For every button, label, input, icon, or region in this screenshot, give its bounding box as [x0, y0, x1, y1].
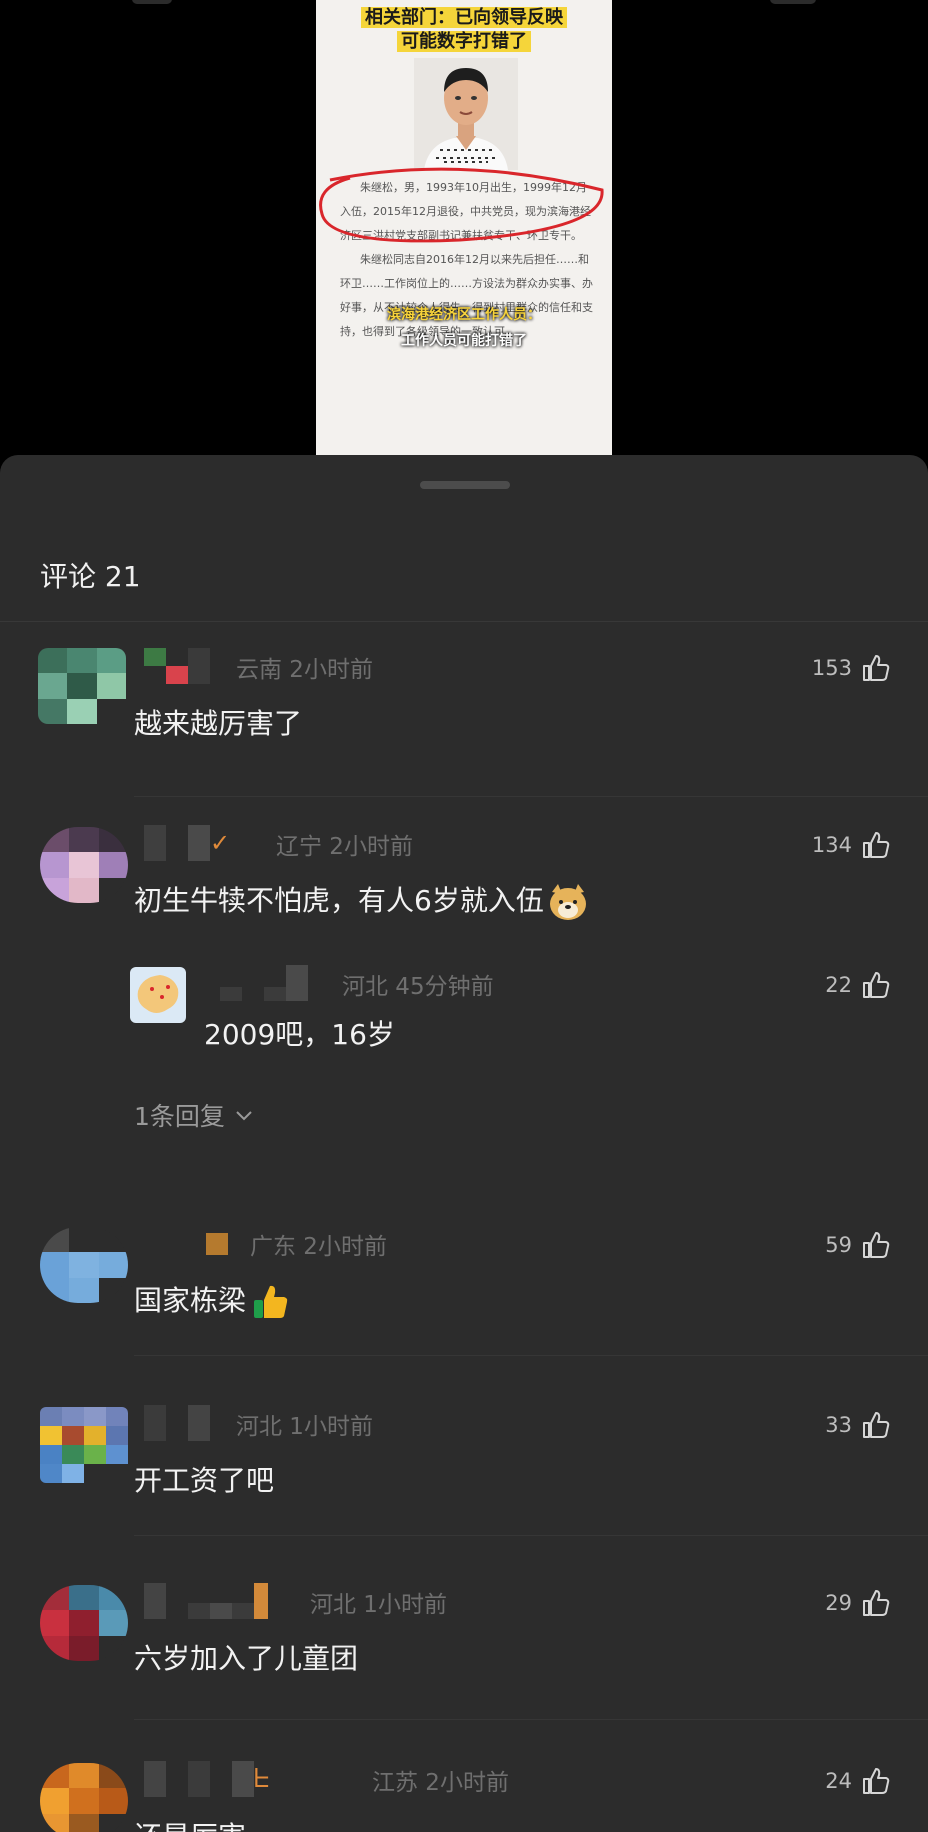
thumb-up-icon — [863, 1412, 890, 1438]
avatar[interactable] — [130, 967, 186, 1023]
comment-text: 开工资了吧 — [134, 1464, 275, 1497]
divider — [134, 1719, 928, 1720]
username-redacted[interactable]: ✓ — [144, 825, 242, 861]
thumbs-up-emoji-icon — [254, 1285, 288, 1318]
like-count: 134 — [811, 833, 852, 857]
thumb-up-icon — [863, 655, 890, 681]
username-redacted[interactable]: ᖶ — [144, 1761, 294, 1797]
comment-item[interactable]: ᖶ 江苏 2小时前 还是厉害 24 — [0, 1755, 928, 1832]
divider — [0, 621, 928, 622]
comment-item[interactable]: 广东 2小时前 国家栋梁 59 — [0, 1225, 928, 1375]
sheet-drag-handle[interactable] — [420, 481, 510, 489]
expand-replies-label: 1条回复 — [134, 1102, 225, 1131]
comment-item[interactable]: 河北 1小时前 六岁加入了儿童团 29 — [0, 1583, 928, 1733]
like-button[interactable]: 153 — [812, 652, 892, 684]
comment-location-time: 江苏 2小时前 — [372, 1770, 509, 1796]
avatar[interactable] — [40, 1763, 128, 1832]
comments-title: 评论 21 — [40, 560, 141, 593]
expand-replies-button[interactable]: 1条回复 — [134, 1097, 255, 1133]
like-count: 29 — [825, 1591, 852, 1615]
like-button[interactable]: 33 — [825, 1409, 892, 1441]
like-count: 24 — [825, 1769, 852, 1793]
like-button[interactable]: 22 — [825, 969, 892, 1001]
video-caption-line1: 滨海港经济区工作人员： — [387, 307, 541, 323]
thumb-up-icon — [863, 1232, 890, 1258]
comment-item[interactable]: ✓ 辽宁 2小时前 初生牛犊不怕虎，有人6岁就入伍 134 河北 45分钟前 2… — [0, 825, 928, 1165]
article-headline: 相关部门：已向领导反映 可能数字打错了 — [316, 6, 612, 54]
comment-location-time: 河北 1小时前 — [310, 1592, 447, 1618]
video-caption-line2: 工作人员可能打错了 — [401, 333, 527, 349]
like-button[interactable]: 134 — [812, 829, 892, 861]
thumb-up-icon — [863, 1590, 890, 1616]
thumb-up-icon — [863, 972, 890, 998]
avatar[interactable] — [40, 1407, 128, 1483]
doge-emoji-icon — [549, 884, 586, 920]
news-article-frame: 相关部门：已向领导反映 可能数字打错了 朱继松，男，1993年10月出生，199… — [316, 0, 612, 455]
like-button[interactable]: 59 — [825, 1229, 892, 1261]
status-indicator — [132, 0, 172, 4]
comment-text: 初生牛犊不怕虎，有人6岁就入伍 — [134, 879, 588, 922]
reply-location-time: 河北 45分钟前 — [342, 974, 494, 1000]
username-redacted[interactable] — [206, 1225, 228, 1261]
status-indicator — [770, 0, 816, 4]
comment-location-time: 辽宁 2小时前 — [276, 834, 413, 860]
username-redacted[interactable] — [198, 965, 308, 1001]
thumb-up-icon — [863, 832, 890, 858]
avatar[interactable] — [38, 648, 126, 724]
like-count: 33 — [825, 1413, 852, 1437]
comment-text: 还是厉害 — [134, 1815, 246, 1832]
like-button[interactable]: 24 — [825, 1765, 892, 1797]
avatar[interactable] — [40, 1585, 128, 1661]
person-portrait — [414, 58, 518, 170]
red-annotation-circle — [319, 167, 604, 243]
username-redacted[interactable] — [144, 1583, 268, 1619]
reply-text: 2009吧，16岁 — [204, 1018, 395, 1051]
like-button[interactable]: 29 — [825, 1587, 892, 1619]
avatar[interactable] — [40, 1227, 128, 1303]
comment-text: 国家栋梁 — [134, 1279, 290, 1322]
reply-item[interactable]: 河北 45分钟前 2009吧，16岁 22 — [0, 965, 928, 1075]
chevron-down-icon — [236, 1111, 252, 1121]
avatar[interactable] — [40, 827, 128, 903]
username-redacted[interactable] — [144, 1405, 210, 1441]
username-redacted[interactable] — [144, 648, 210, 684]
video-player[interactable]: 相关部门：已向领导反映 可能数字打错了 朱继松，男，1993年10月出生，199… — [0, 0, 928, 455]
comment-location-time: 河北 1小时前 — [236, 1414, 373, 1440]
like-count: 153 — [811, 656, 852, 680]
divider — [134, 1355, 928, 1356]
divider — [134, 796, 928, 797]
like-count: 22 — [825, 973, 852, 997]
comment-text: 越来越厉害了 — [134, 707, 303, 740]
thumb-up-icon — [863, 1768, 890, 1794]
divider — [134, 1535, 928, 1536]
comment-sheet: 评论 21 云南 2小时前 越来越厉害了 153 ✓ 辽宁 2小时前 初生牛犊不… — [0, 455, 928, 1832]
like-count: 59 — [825, 1233, 852, 1257]
comment-location-time: 云南 2小时前 — [236, 657, 373, 683]
comment-text: 六岁加入了儿童团 — [134, 1642, 359, 1675]
comment-item[interactable]: 河北 1小时前 开工资了吧 33 — [0, 1405, 928, 1555]
comment-item[interactable]: 云南 2小时前 越来越厉害了 153 — [0, 648, 928, 798]
comment-location-time: 广东 2小时前 — [250, 1234, 387, 1260]
